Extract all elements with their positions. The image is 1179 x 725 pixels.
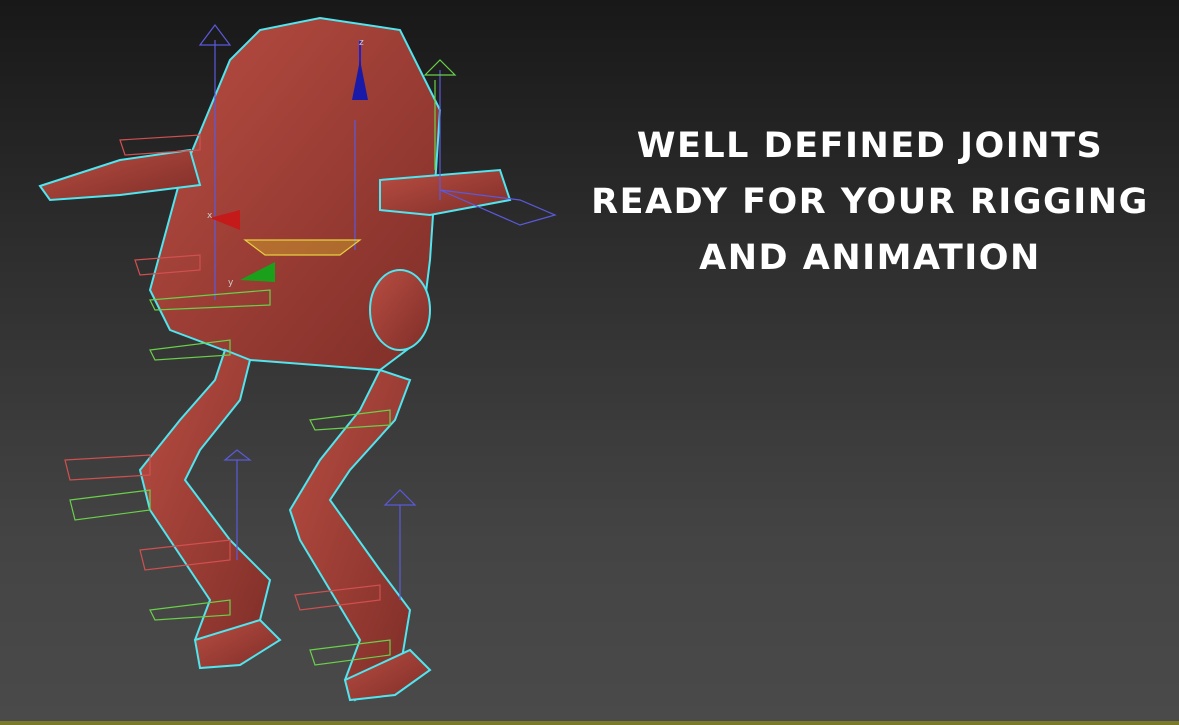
bottom-border [0, 721, 1179, 725]
robot-model-render: z x y [38, 16, 557, 702]
headline: WELL DEFINED JOINTS READY FOR YOUR RIGGI… [560, 118, 1179, 286]
z-axis-label: z [359, 38, 364, 48]
headline-line-2: READY FOR YOUR RIGGING [591, 182, 1149, 222]
x-axis-label: x [207, 211, 213, 221]
3d-viewport[interactable]: z x y [0, 0, 1179, 721]
headline-line-3: AND ANIMATION [699, 238, 1041, 278]
headline-line-1: WELL DEFINED JOINTS [636, 126, 1104, 166]
y-axis-label: y [228, 278, 234, 288]
